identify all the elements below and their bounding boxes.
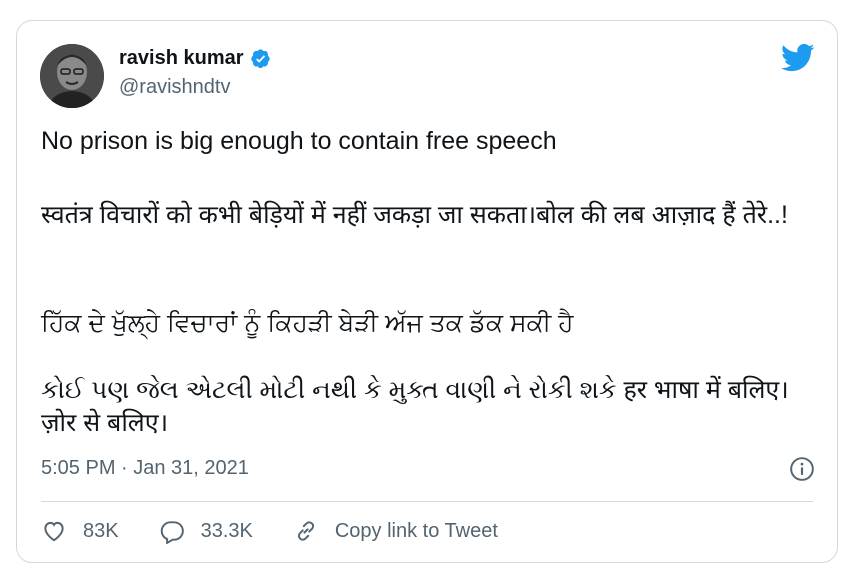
- link-icon: [297, 521, 314, 541]
- copy-link-label: Copy link to Tweet: [334, 519, 498, 542]
- tweet-text-punjabi: ਹਿੱਕ ਦੇ ਖੁੱਲ੍ਹੇ ਵਿਚਾਰਾਂ ਨੂੰ ਕਿਹੜੀ ਬੇੜੀ ਅ…: [41, 309, 574, 337]
- reply-bubble-icon: [160, 521, 184, 544]
- like-count: 83K: [83, 519, 119, 542]
- tweet-timestamp[interactable]: 5:05 PM · Jan 31, 2021: [41, 457, 249, 480]
- like-button[interactable]: 83K: [41, 518, 119, 544]
- twitter-bird-icon[interactable]: [781, 43, 815, 73]
- tweet-text-english: No prison is big enough to contain free …: [41, 127, 557, 155]
- avatar[interactable]: [40, 44, 104, 108]
- info-icon[interactable]: [789, 456, 815, 482]
- avatar-photo: [40, 44, 104, 108]
- reply-count: 33.3K: [200, 519, 253, 542]
- tweet-text-gujarati: કોઈ પણ જેલ એટલી મોટી નથી કે મુક્ત વાણી ન…: [41, 376, 789, 437]
- author-handle[interactable]: @ravishndtv: [119, 76, 230, 99]
- heart-icon: [44, 521, 64, 542]
- author-name[interactable]: ravish kumar: [119, 47, 244, 70]
- reply-button[interactable]: 33.3K: [159, 518, 253, 544]
- tweet-text-hindi: स्वतंत्र विचारों को कभी बेड़ियों में नही…: [41, 201, 788, 229]
- copy-link-button[interactable]: Copy link to Tweet: [293, 518, 498, 544]
- verified-badge-icon: [250, 48, 271, 69]
- divider: [41, 501, 813, 502]
- tweet-card[interactable]: ravish kumar @ravishndtv No prison is bi…: [16, 20, 838, 563]
